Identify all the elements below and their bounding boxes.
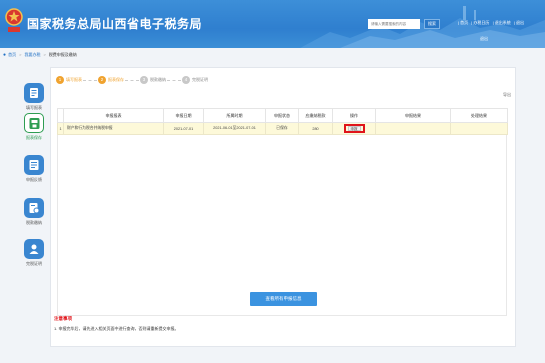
breadcrumb-separator: > — [19, 52, 22, 57]
sidebar-item-label: 完税证明 — [26, 261, 42, 266]
save-icon — [24, 113, 44, 133]
column-header: 处理结果 — [450, 108, 508, 123]
step-connector — [125, 80, 139, 81]
sidebar-item-label: 税款缴纳 — [26, 220, 42, 225]
notice-title: 注意事项 — [54, 316, 72, 321]
column-header: 申报日期 — [163, 108, 204, 123]
declare-button[interactable]: 申报 — [347, 126, 361, 131]
breadcrumb: ● 首页 > 我要办税 > 税费申报及缴纳 — [3, 52, 77, 58]
table-empty-area — [57, 135, 507, 316]
sidebar-item-save-report[interactable]: 报表保存 — [20, 113, 48, 141]
row-status: 已保存 — [265, 122, 299, 135]
column-header: 所属时期 — [203, 108, 266, 123]
step-2: 2 报表保存 — [98, 76, 124, 84]
notice-text: 1. 申报完毕后，请先进入相关页面中进行查询，否则请重新提交申报。 — [54, 326, 179, 331]
form-icon — [24, 83, 44, 103]
step-number: 2 — [98, 76, 106, 84]
step-label: 报表保存 — [108, 77, 124, 82]
row-amount: 280 — [298, 122, 333, 135]
search-input[interactable] — [368, 19, 420, 29]
row-handle — [450, 122, 508, 135]
tax-emblem-icon — [5, 8, 23, 32]
feedback-icon — [24, 155, 44, 175]
step-number: 1 — [56, 76, 64, 84]
step-connector — [83, 80, 97, 81]
user-name[interactable]: 退出 — [480, 36, 488, 42]
breadcrumb-home[interactable]: 首页 — [8, 52, 16, 57]
step-3: 3 税款缴纳 — [140, 76, 166, 84]
sidebar-item-fill-form[interactable]: 填写报表 — [20, 83, 48, 111]
step-label: 填写报表 — [66, 77, 82, 82]
step-label: 完税证明 — [192, 77, 208, 82]
location-pin-icon: ● — [3, 52, 7, 59]
step-4: 4 完税证明 — [182, 76, 208, 84]
step-label: 税款缴纳 — [150, 77, 166, 82]
top-link-logout-system[interactable]: | 退出系统 — [493, 20, 511, 25]
top-link-logout[interactable]: | 退出 — [514, 20, 524, 25]
payment-icon — [24, 198, 44, 218]
row-report-name: 财产和行为税合并纳税申报 — [63, 122, 164, 135]
sidebar-item-label: 申报反馈 — [26, 177, 42, 182]
step-number: 4 — [182, 76, 190, 84]
step-1: 1 填写报表 — [56, 76, 82, 84]
export-link[interactable]: 导出 — [503, 92, 511, 98]
top-links: | 首页 | 办税日历 | 退出系统 | 退出 — [458, 20, 526, 26]
sidebar-item-label: 填写报表 — [26, 105, 42, 110]
row-period: 2021-06-01至2021-07-01 — [203, 122, 266, 135]
row-action-cell: 申报 — [332, 122, 376, 135]
breadcrumb-separator: > — [43, 52, 46, 57]
action-highlight: 申报 — [343, 124, 365, 133]
column-header: 操作 — [332, 108, 376, 123]
column-header: 申报报表 — [63, 108, 164, 123]
breadcrumb-tax[interactable]: 我要办税 — [24, 52, 40, 57]
top-link-calendar[interactable]: | 办税日历 — [471, 20, 489, 25]
site-header: 国家税务总局山西省电子税务局 搜索 | 首页 | 办税日历 | 退出系统 | 退… — [0, 0, 545, 48]
top-link-home[interactable]: | 首页 — [458, 20, 468, 25]
sidebar-item-payment[interactable]: 税款缴纳 — [20, 198, 48, 226]
sidebar-item-certificate[interactable]: 完税证明 — [20, 239, 48, 267]
column-header: 申报结果 — [375, 108, 451, 123]
site-title: 国家税务总局山西省电子税务局 — [27, 17, 203, 31]
row-date: 2021-07-01 — [163, 122, 204, 135]
search-button[interactable]: 搜索 — [424, 19, 440, 29]
certificate-icon — [24, 239, 44, 259]
sidebar-item-label: 报表保存 — [26, 135, 42, 140]
report-table: 申报报表 申报日期 所属时期 申报状态 应缴纳税款 操作 申报结果 处理结果 1… — [57, 108, 508, 135]
breadcrumb-current: 税费申报及缴纳 — [48, 52, 77, 57]
table-row[interactable]: 1 财产和行为税合并纳税申报 2021-07-01 2021-06-01至202… — [57, 122, 508, 135]
sidebar-item-feedback[interactable]: 申报反馈 — [20, 155, 48, 183]
step-connector — [167, 80, 181, 81]
table-header-row: 申报报表 申报日期 所属时期 申报状态 应缴纳税款 操作 申报结果 处理结果 — [57, 108, 508, 123]
row-result — [375, 122, 451, 135]
column-header: 申报状态 — [265, 108, 299, 123]
step-number: 3 — [140, 76, 148, 84]
view-all-declarations-button[interactable]: 查看所有申报信息 — [250, 292, 317, 306]
column-header: 应缴纳税款 — [298, 108, 333, 123]
